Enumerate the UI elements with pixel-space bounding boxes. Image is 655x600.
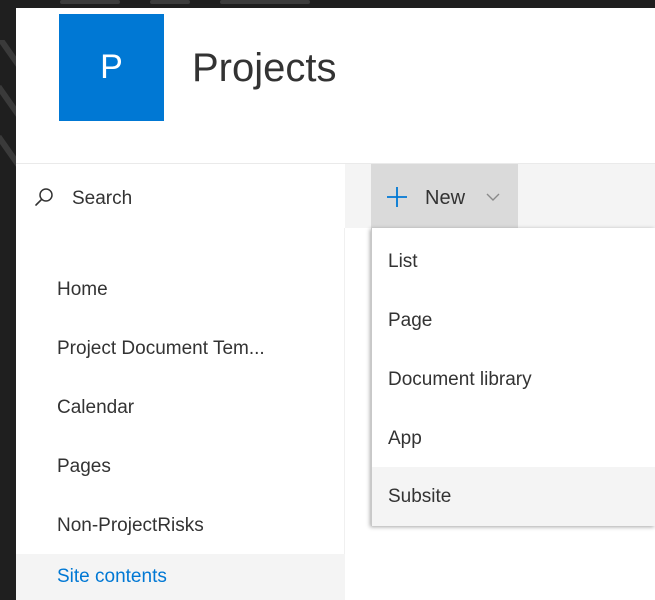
nav-item-non-projectrisks[interactable]: Non-ProjectRisks [16, 497, 345, 554]
nav-item-label: Project Document Tem... [57, 337, 265, 359]
search-label: Search [72, 188, 133, 209]
nav-item-home[interactable]: Home [16, 261, 345, 318]
nav-item-pages[interactable]: Pages [16, 438, 345, 495]
nav-item-calendar[interactable]: Calendar [16, 379, 345, 436]
sharepoint-page: P Projects Search New Home Project Docum… [16, 8, 655, 600]
menu-item-label: List [388, 250, 418, 272]
nav-item-label: Pages [57, 455, 111, 477]
menu-item-label: Subsite [388, 485, 452, 507]
nav-item-project-document-templates[interactable]: Project Document Tem... [16, 320, 345, 377]
site-header: P Projects [16, 8, 655, 163]
menu-item-app[interactable]: App [372, 409, 655, 468]
nav-item-label: Calendar [57, 396, 135, 418]
site-logo[interactable]: P [59, 14, 164, 121]
chevron-down-icon [486, 193, 500, 201]
left-navigation: Home Project Document Tem... Calendar Pa… [16, 228, 345, 600]
nav-item-label: Non-ProjectRisks [57, 514, 204, 536]
search-icon [35, 188, 53, 206]
menu-item-subsite[interactable]: Subsite [372, 467, 655, 526]
command-bar: Search New [16, 163, 655, 229]
menu-item-label: Document library [388, 368, 532, 390]
site-logo-letter: P [100, 48, 123, 86]
new-button-label: New [425, 187, 466, 209]
nav-item-label: Site contents [57, 566, 167, 587]
nav-item-label: Home [57, 278, 108, 300]
window-frame-left [0, 0, 16, 600]
menu-item-label: App [388, 427, 422, 449]
nav-item-site-contents[interactable]: Site contents [16, 554, 345, 600]
menu-item-document-library[interactable]: Document library [372, 350, 655, 409]
menu-item-list[interactable]: List [372, 232, 655, 291]
plus-icon [387, 187, 407, 207]
new-dropdown-menu: List Page Document library App Subsite [371, 228, 655, 526]
window-frame-top [0, 0, 655, 8]
menu-item-label: Page [388, 309, 433, 331]
site-title[interactable]: Projects [192, 46, 337, 91]
menu-item-page[interactable]: Page [372, 291, 655, 350]
search-box[interactable]: Search [16, 164, 345, 229]
new-button[interactable]: New [371, 164, 518, 229]
